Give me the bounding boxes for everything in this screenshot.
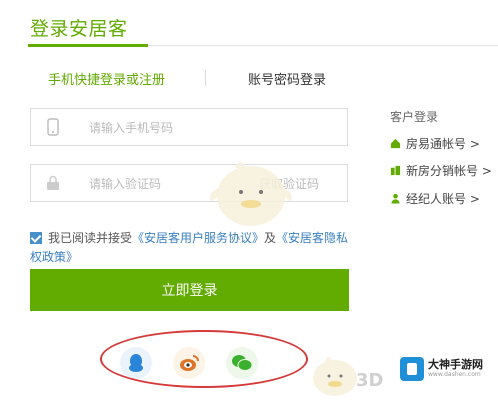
tab-separator xyxy=(205,70,206,86)
phone-logo-icon xyxy=(400,357,424,381)
agreement-row: 我已阅读并接受《安居客用户服务协议》及《安居客隐私权政策》 xyxy=(30,229,360,267)
agree-checkbox[interactable] xyxy=(30,232,42,244)
sidebar-item-label: 新房分销帐号 > xyxy=(406,164,492,178)
page-title: 登录安居客 xyxy=(30,18,128,40)
sidebar-item-broker[interactable]: 经纪人账号 > xyxy=(390,190,480,207)
wechat-icon xyxy=(232,355,253,371)
get-code-button[interactable]: 获取验证码 xyxy=(259,175,319,192)
title-accent-bar xyxy=(28,44,148,47)
wechat-login-button[interactable] xyxy=(226,347,258,379)
sidebar-item-new-house-distribution[interactable]: 新房分销帐号 > xyxy=(390,162,492,179)
agree-prefix: 我已阅读并接受 xyxy=(48,231,133,245)
qq-login-button[interactable] xyxy=(120,347,152,379)
weibo-login-button[interactable] xyxy=(173,347,205,379)
tab-password-login[interactable]: 账号密码登录 xyxy=(248,69,326,88)
lock-icon xyxy=(31,165,75,201)
buildings-icon xyxy=(390,165,401,176)
watermark-url: www.dashen.com xyxy=(428,371,481,378)
agreement-link[interactable]: 《安居客用户服务协议》 xyxy=(132,231,264,245)
code-input[interactable] xyxy=(87,173,271,195)
code-field: 获取验证码 xyxy=(30,164,348,202)
house-icon xyxy=(390,138,401,149)
phone-input[interactable] xyxy=(87,117,271,139)
login-button[interactable]: 立即登录 xyxy=(30,269,349,311)
qq-icon xyxy=(129,354,143,372)
sidebar-item-label: 经纪人账号 > xyxy=(406,192,480,206)
phone-field xyxy=(30,108,348,146)
person-icon xyxy=(391,193,400,204)
watermark-brand: 大神手游网 xyxy=(428,358,483,371)
phone-icon xyxy=(31,109,75,145)
watermark-logo: 大神手游网 www.dashen.com xyxy=(400,354,496,384)
tab-quick-login[interactable]: 手机快捷登录或注册 xyxy=(48,69,165,88)
sidebar-item-label: 房易通帐号 > xyxy=(406,137,480,151)
client-login-title: 客户登录 xyxy=(390,110,439,124)
agree-and: 及 xyxy=(264,231,277,245)
sidebar-item-fangyitong[interactable]: 房易通帐号 > xyxy=(390,135,480,152)
weibo-icon xyxy=(180,355,199,371)
watermark-overlay: 3D xyxy=(356,370,384,391)
